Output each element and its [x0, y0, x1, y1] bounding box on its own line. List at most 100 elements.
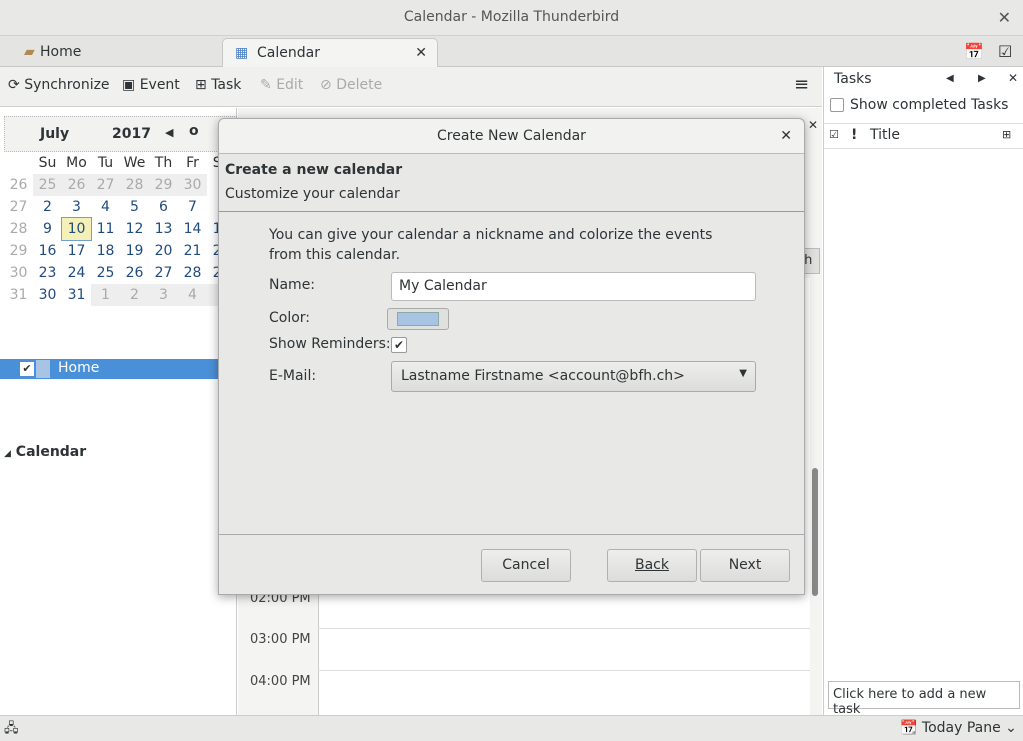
- tab-label: Calendar: [257, 45, 320, 61]
- completed-column-icon[interactable]: ☑: [829, 128, 839, 141]
- day-cell[interactable]: 11: [91, 218, 120, 240]
- new-event-button[interactable]: ▣ Event: [122, 77, 180, 93]
- day-cell[interactable]: 6: [149, 196, 178, 218]
- day-cell[interactable]: 28: [120, 174, 149, 196]
- priority-column-icon[interactable]: !: [851, 127, 857, 143]
- show-completed-label: Show completed Tasks: [850, 97, 1009, 113]
- event-label: Event: [139, 77, 180, 93]
- week-row: 262526272829301: [4, 174, 236, 196]
- close-window-icon[interactable]: ✕: [998, 0, 1011, 35]
- day-cell[interactable]: 14: [178, 218, 207, 240]
- day-cell[interactable]: 5: [120, 196, 149, 218]
- tab-calendar[interactable]: ▦ Calendar ✕: [222, 38, 438, 67]
- day-cell[interactable]: 13: [149, 218, 178, 240]
- day-cell[interactable]: 23: [33, 262, 62, 284]
- checkbox[interactable]: ✔: [20, 362, 34, 376]
- year-label[interactable]: 2017: [112, 126, 151, 142]
- name-input[interactable]: My Calendar: [391, 272, 756, 301]
- day-cell[interactable]: 9: [33, 218, 62, 240]
- sync-icon: ⟳: [8, 77, 20, 93]
- day-cell[interactable]: 3: [62, 196, 91, 218]
- new-task-button[interactable]: ⊞ Task: [195, 77, 241, 93]
- day-cell[interactable]: 30: [33, 284, 62, 306]
- week-number: 27: [9, 199, 28, 215]
- close-find-icon[interactable]: ✕: [808, 118, 818, 132]
- online-status-icon[interactable]: 🖧: [4, 719, 19, 741]
- back-button[interactable]: Back: [607, 549, 697, 582]
- close-pane-icon[interactable]: ✕: [1008, 71, 1018, 85]
- name-label: Name:: [269, 277, 316, 293]
- tab-home[interactable]: ▰ Home: [0, 38, 222, 67]
- day-cell[interactable]: 1: [91, 284, 120, 306]
- column-picker-icon[interactable]: ⊞: [1002, 128, 1011, 141]
- delete-button[interactable]: ⊘ Delete: [320, 77, 382, 93]
- day-cell[interactable]: 29: [149, 174, 178, 196]
- day-cell[interactable]: 31: [62, 284, 91, 306]
- color-label: Color:: [269, 310, 311, 326]
- day-cell[interactable]: 25: [91, 262, 120, 284]
- window-title: Calendar - Mozilla Thunderbird: [403, 9, 620, 25]
- email-label: E-Mail:: [269, 368, 317, 384]
- calendar-item-home[interactable]: ✔ Home: [0, 359, 237, 379]
- month-label[interactable]: July: [40, 126, 69, 142]
- day-cell[interactable]: 4: [91, 196, 120, 218]
- calendar-day-icon: 📆: [900, 720, 918, 736]
- tasks-view-icon[interactable]: ☑: [998, 42, 1012, 61]
- day-cell[interactable]: 27: [149, 262, 178, 284]
- day-cell[interactable]: 30: [178, 174, 207, 196]
- day-cell[interactable]: 25: [33, 174, 62, 196]
- today-pane: Tasks ◀ ▶ ✕ Show completed Tasks ☑ ! Tit…: [823, 67, 1023, 717]
- day-cell[interactable]: 17: [62, 240, 91, 262]
- close-dialog-icon[interactable]: ✕: [780, 119, 792, 153]
- day-cell[interactable]: 24: [62, 262, 91, 284]
- today-icon[interactable]: o: [189, 123, 199, 139]
- day-cell[interactable]: 12: [120, 218, 149, 240]
- task-label: Task: [211, 77, 242, 93]
- menu-icon[interactable]: ≡: [794, 74, 809, 95]
- email-select[interactable]: Lastname Firstname <account@bfh.ch> ▼: [391, 361, 756, 392]
- week-row: 272345678: [4, 196, 236, 218]
- dialog-titlebar: Create New Calendar ✕: [219, 119, 804, 154]
- cancel-button[interactable]: Cancel: [481, 549, 571, 582]
- title-column[interactable]: Title: [870, 127, 900, 143]
- color-picker[interactable]: [387, 308, 449, 330]
- scrollbar[interactable]: [812, 468, 818, 596]
- day-cell[interactable]: 19: [120, 240, 149, 262]
- edit-button[interactable]: ✎ Edit: [260, 77, 303, 93]
- show-completed-checkbox[interactable]: Show completed Tasks: [830, 97, 1008, 113]
- reminders-label: Show Reminders:: [269, 336, 391, 352]
- close-tab-icon[interactable]: ✕: [415, 39, 427, 67]
- day-cell[interactable]: 2: [33, 196, 62, 218]
- prev-icon[interactable]: ◀: [946, 73, 954, 84]
- calendar-list-header[interactable]: ◢ Calendar: [4, 444, 86, 460]
- week-row: 31303112345: [4, 284, 236, 306]
- day-cell[interactable]: 18: [91, 240, 120, 262]
- new-task-input[interactable]: Click here to add a new task: [828, 681, 1020, 717]
- synchronize-label: Synchronize: [24, 77, 110, 93]
- day-cell[interactable]: 27: [91, 174, 120, 196]
- day-cell[interactable]: 26: [62, 174, 91, 196]
- next-icon[interactable]: ▶: [978, 73, 986, 84]
- day-cell[interactable]: 21: [178, 240, 207, 262]
- next-button[interactable]: Next: [700, 549, 790, 582]
- day-cell[interactable]: 7: [178, 196, 207, 218]
- calendar-view-icon[interactable]: 📅: [964, 42, 984, 61]
- today-pane-button[interactable]: 📆 Today Pane ⌄: [900, 720, 1017, 736]
- email-value: Lastname Firstname <account@bfh.ch>: [401, 368, 685, 384]
- day-cell[interactable]: 10: [61, 217, 92, 241]
- pencil-icon: ✎: [260, 77, 272, 93]
- day-cell[interactable]: 2: [120, 284, 149, 306]
- day-cell[interactable]: 4: [178, 284, 207, 306]
- weekday: We: [123, 155, 146, 171]
- day-cell[interactable]: 26: [120, 262, 149, 284]
- day-cell[interactable]: 28: [178, 262, 207, 284]
- collapse-icon[interactable]: ◢: [4, 449, 11, 459]
- day-cell[interactable]: 20: [149, 240, 178, 262]
- synchronize-button[interactable]: ⟳ Synchronize: [8, 77, 110, 93]
- prev-month-icon[interactable]: ◀: [165, 126, 173, 139]
- day-cell[interactable]: 3: [149, 284, 178, 306]
- day-cell[interactable]: 16: [33, 240, 62, 262]
- week-number: 30: [9, 265, 28, 281]
- reminders-checkbox[interactable]: ✔: [391, 337, 407, 353]
- task-icon: ⊞: [195, 77, 207, 93]
